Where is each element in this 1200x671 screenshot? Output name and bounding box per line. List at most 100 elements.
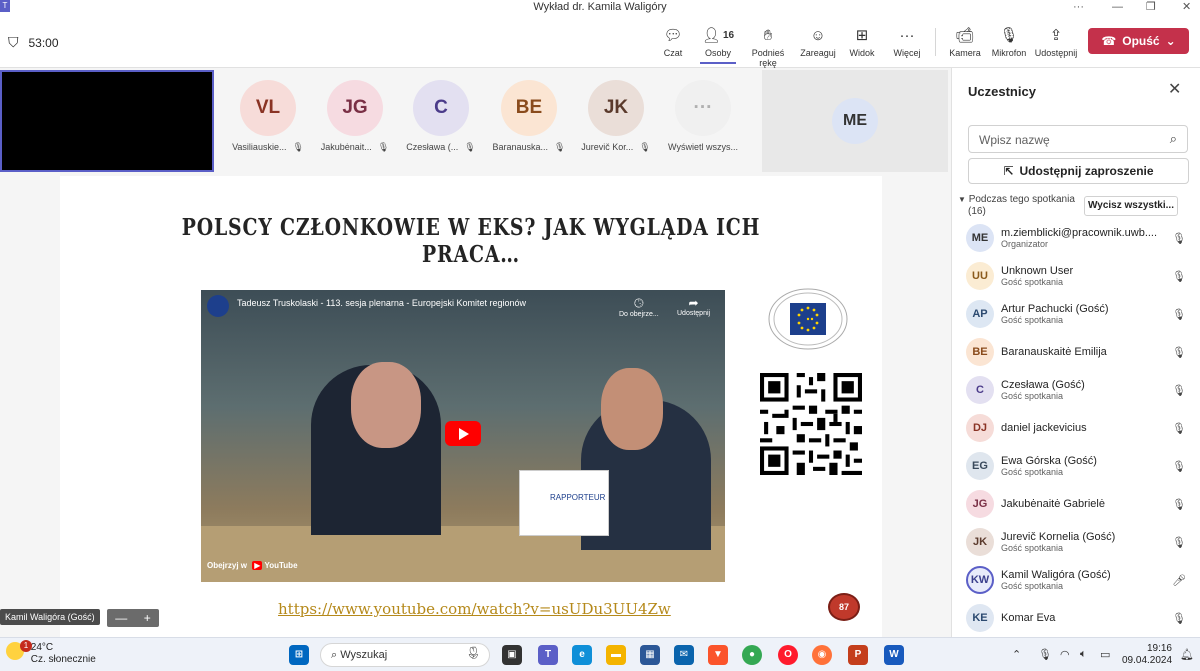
avatar: C — [966, 376, 994, 404]
battery-icon[interactable]: ▭ — [1100, 648, 1110, 661]
people-button[interactable]: 👤︎ 16 Osoby — [700, 22, 736, 64]
participant-row[interactable]: DJ daniel jackevicius 🎙︎ — [966, 410, 1188, 446]
channel-avatar-icon — [207, 295, 229, 317]
participant-row[interactable]: JK Jurevič Kornelia (Gość) Gość spotkania 🎙… — [966, 524, 1188, 560]
raise-hand-button[interactable]: ✋︎ Podnieś rękę — [742, 22, 794, 69]
share-label: Udostępnij — [1034, 48, 1078, 58]
speaker-icon[interactable]: 🔈︎ — [1080, 648, 1087, 661]
gallery-participant[interactable]: BE Baranauska... 🎙︎ — [486, 80, 572, 153]
embedded-video[interactable]: RAPPORTEUR Tadeusz Truskolaski - 113. se… — [201, 290, 725, 582]
participant-row[interactable]: EG Ewa Górska (Gość) Gość spotkania 🎙︎ — [966, 448, 1188, 484]
watch-later-button[interactable]: 🕓︎ Do obejrze... — [619, 296, 659, 318]
tulips-icon: 🌷︎ — [465, 646, 481, 660]
share-invite-button[interactable]: ⇱ Udostępnij zaproszenie — [968, 158, 1189, 184]
file-explorer-icon[interactable]: ▬ — [606, 645, 626, 665]
participant-row[interactable]: BE Baranauskaitė Emilija 🎙︎ — [966, 334, 1188, 370]
word-icon[interactable]: W — [884, 645, 904, 665]
participant-name: daniel jackevicius — [1001, 422, 1087, 434]
taskbar-search[interactable]: ⌕ Wyszukaj 🌷︎ — [320, 643, 490, 667]
smiley-icon: ☺ — [810, 26, 826, 44]
mic-off-icon[interactable]: 🎙︎ — [1170, 232, 1188, 245]
mute-all-button[interactable]: Wycisz wszystki... — [1084, 196, 1178, 216]
restore-icon[interactable]: ❐ — [1146, 0, 1156, 14]
windows-start-icon[interactable]: ⊞ — [289, 645, 309, 665]
participant-name: Vasiliauskie... — [232, 142, 287, 152]
leave-button[interactable]: ☎ Opuść ⌄ — [1088, 28, 1189, 54]
me-tile[interactable]: ME — [762, 70, 948, 172]
system-clock[interactable]: 19:16 09.04.2024 — [1122, 643, 1172, 667]
opera-icon[interactable]: O — [778, 645, 798, 665]
participant-row[interactable]: ME m.ziemblicki@pracownik.uwb.... Organiza… — [966, 220, 1188, 256]
firefox-icon[interactable]: ◉ — [812, 645, 832, 665]
edge-icon[interactable]: e — [572, 645, 592, 665]
gallery-participant[interactable]: VL Vasiliauskie... 🎙︎ — [225, 80, 311, 153]
microphone-icon[interactable]: 🎙︎ — [1038, 648, 1052, 661]
mic-off-icon[interactable]: 🎙︎ — [1170, 498, 1188, 511]
close-window-icon[interactable]: ✕ — [1182, 0, 1191, 14]
participant-row[interactable]: C Czesława (Gość) Gość spotkania 🎙︎ — [966, 372, 1188, 408]
slide-title: POLSCY CZŁONKOWIE W EKS? JAK WYGLĄDA ICH… — [181, 214, 761, 268]
watch-on-youtube[interactable]: Obejrzyj w ▶ YouTube — [207, 561, 298, 570]
gallery-participant[interactable]: JG Jakubėnait... 🎙︎ — [312, 80, 398, 153]
view-all-participants[interactable]: ··· Wyświetl wszys... — [660, 80, 746, 152]
video-share-button[interactable]: ➦ Udostępnij — [677, 296, 710, 317]
minimize-icon[interactable]: — — [1112, 0, 1123, 14]
shield-icon: ⛉ — [8, 34, 19, 50]
store-icon[interactable]: ▦ — [640, 645, 660, 665]
more-button[interactable]: ··· Więcej — [891, 22, 923, 64]
participant-row[interactable]: KW Kamil Waligóra (Gość) Gość spotkania 🎤︎ — [966, 562, 1188, 598]
share-button[interactable]: ⇪ Udostępnij — [1034, 22, 1078, 64]
camera-off-icon: 📹︎ — [955, 27, 975, 44]
video-share-label: Udostępnij — [677, 310, 711, 317]
mic-off-icon[interactable]: 🎙︎ — [1170, 346, 1188, 359]
zoom-controls: — + — [107, 609, 159, 627]
mic-icon[interactable]: 🎤︎ — [1170, 574, 1188, 587]
mic-off-icon[interactable]: 🎙︎ — [1170, 612, 1188, 625]
mic-off-icon[interactable]: 🎙︎ — [1170, 460, 1188, 473]
zoom-in-button[interactable]: + — [144, 611, 151, 625]
react-button[interactable]: ☺ Zareaguj — [800, 22, 836, 64]
avatar: UU — [966, 262, 994, 290]
mic-off-icon[interactable]: 🎙︎ — [1170, 270, 1188, 283]
toolbar-divider — [935, 28, 936, 56]
chrome-icon[interactable]: ● — [742, 645, 762, 665]
brave-icon[interactable]: ▼ — [708, 645, 728, 665]
weather-widget[interactable]: 1 24°C Cz. słonecznie — [6, 640, 96, 666]
mic-off-icon[interactable]: 🎙︎ — [1170, 536, 1188, 549]
view-button[interactable]: ⊞ Widok — [846, 22, 878, 64]
powerpoint-icon[interactable]: P — [848, 645, 868, 665]
video-title: Tadeusz Truskolaski - 113. sesja plenarn… — [237, 298, 526, 308]
participant-role: Gość spotkania — [1001, 467, 1064, 477]
camera-button[interactable]: 📹︎ Kamera — [948, 22, 982, 64]
participant-row[interactable]: AP Artur Pachucki (Gość) Gość spotkania 🎙︎ — [966, 296, 1188, 332]
more-window-options-icon[interactable]: ··· — [1073, 0, 1084, 14]
participant-row[interactable]: JG Jakubėnaitė Gabrielė 🎙︎ — [966, 486, 1188, 522]
mic-off-icon[interactable]: 🎙︎ — [1170, 422, 1188, 435]
share-invite-label: Udostępnij zaproszenie — [1019, 164, 1154, 178]
mic-off-icon[interactable]: 🎙︎ — [1170, 384, 1188, 397]
mic-off-icon[interactable]: 🎙︎ — [1170, 308, 1188, 321]
notifications-icon[interactable]: 🔔︎ — [1180, 648, 1194, 661]
gallery-participant[interactable]: JK Jurevič Kor... 🎙︎ — [573, 80, 659, 153]
rapporteur-text: RAPPORTEUR — [550, 493, 606, 502]
in-meeting-section[interactable]: ▼ Podczas tego spotkania (16) — [958, 194, 1075, 218]
participant-row[interactable]: UU Unknown User Gość spotkania 🎙︎ — [966, 258, 1188, 294]
participant-search-input[interactable]: Wpisz nazwę ⌕ — [968, 125, 1188, 153]
task-view-icon[interactable]: ▣ — [502, 645, 522, 665]
participant-name: Kamil Waligóra (Gość) — [1001, 569, 1111, 581]
close-icon[interactable]: ✕ — [1168, 79, 1181, 99]
chevron-up-icon[interactable]: ⌃ — [1012, 648, 1021, 661]
wifi-icon[interactable]: ◠ — [1060, 648, 1070, 661]
self-video-tile[interactable] — [0, 70, 214, 172]
zoom-out-button[interactable]: — — [115, 611, 127, 625]
mail-icon[interactable]: ✉ — [674, 645, 694, 665]
teams-icon[interactable]: T — [538, 645, 558, 665]
participant-row[interactable]: KE Komar Eva 🎙︎ — [966, 600, 1188, 636]
youtube-play-icon[interactable] — [445, 421, 481, 446]
participant-role: Gość spotkania — [1001, 391, 1064, 401]
gallery-participant[interactable]: C Czesława (... 🎙︎ — [398, 80, 484, 153]
youtube-link[interactable]: https://www.youtube.com/watch?v=usUDu3UU… — [278, 600, 671, 618]
mic-button[interactable]: 🎙︎ Mikrofon — [990, 22, 1028, 64]
chat-button[interactable]: 💬︎ Czat — [659, 22, 687, 64]
weather-desc: Cz. słonecznie — [30, 654, 96, 665]
